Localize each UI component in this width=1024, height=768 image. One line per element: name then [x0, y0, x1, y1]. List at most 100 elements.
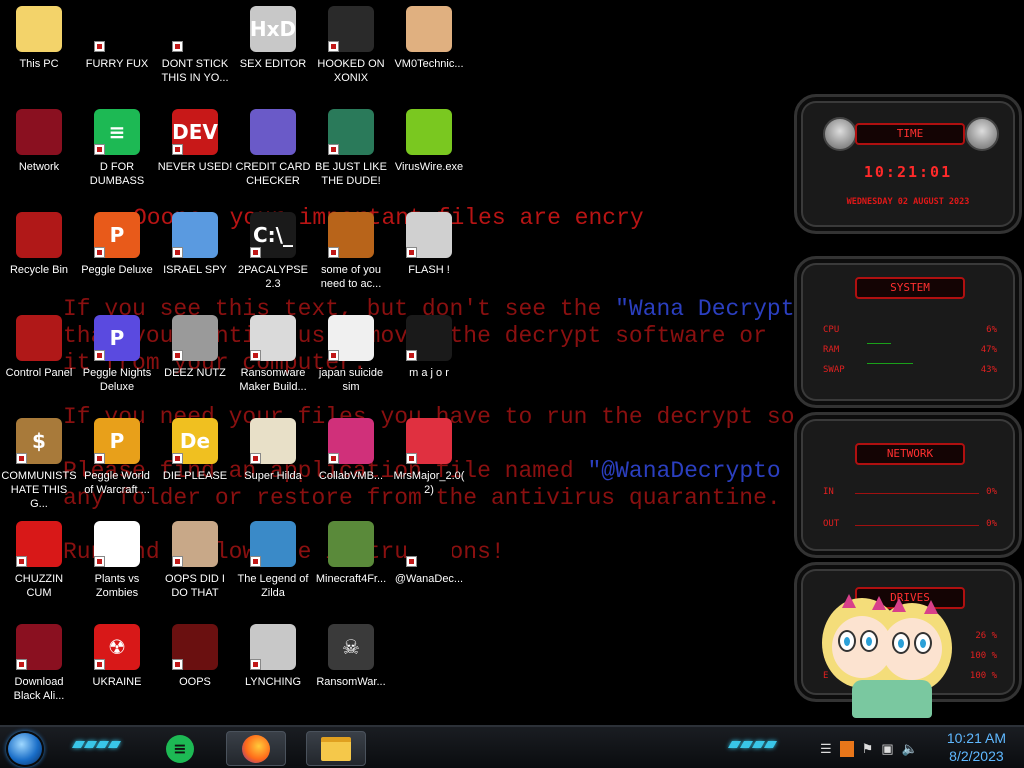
- network-out-graph: [855, 525, 979, 526]
- desktop-icon[interactable]: Network: [0, 103, 78, 203]
- desktop-icon[interactable]: Control Panel: [0, 309, 78, 409]
- system-gadget[interactable]: SYSTEM CPU 6% RAM 47% SWAP 43%: [794, 256, 1022, 408]
- desktop-icon[interactable]: CHUZZIN CUM: [0, 515, 78, 615]
- desktop-icon-label: Minecraft4Fr...: [315, 573, 387, 585]
- file-red-icon: [406, 418, 452, 464]
- shortcut-arrow-icon: [328, 144, 339, 155]
- desktop-icon[interactable]: ☠ RansomWar...: [312, 618, 390, 718]
- desktop-icon[interactable]: FURRY FUX: [78, 0, 156, 100]
- network-out-row: OUT 0%: [823, 519, 997, 529]
- desktop-icon[interactable]: Super Hilda: [234, 412, 312, 512]
- desktop-icon[interactable]: ≡ D FOR DUMBASS: [78, 103, 156, 203]
- desktop-icon-label: some of you need to ac...: [320, 264, 382, 290]
- taskbar-file-explorer-button[interactable]: [306, 731, 366, 766]
- desktop-icon[interactable]: De DIE PLEASE: [156, 412, 234, 512]
- desktop-icon[interactable]: $ COMMUNISTS HATE THIS G...: [0, 412, 78, 512]
- taskbar-clock[interactable]: 10:21 AM 8/2/2023: [947, 729, 1006, 765]
- desktop-icon[interactable]: Plants vs Zombies: [78, 515, 156, 615]
- desktop-icon[interactable]: DEV NEVER USED!: [156, 103, 234, 203]
- tray-app-icon[interactable]: [839, 741, 854, 757]
- desktop-icon[interactable]: FLASH !: [390, 206, 468, 306]
- desktop-icon[interactable]: Recycle Bin: [0, 206, 78, 306]
- desktop-icon[interactable]: MrsMajor_2.0(2): [390, 412, 468, 512]
- desktop-icon[interactable]: OOPS: [156, 618, 234, 718]
- shortcut-arrow-icon: [250, 247, 261, 258]
- time-gadget[interactable]: TIME 10:21:01 WEDNESDAY 02 AUGUST 2023: [794, 94, 1022, 234]
- alien-orb-icon: [16, 109, 62, 155]
- desktop-icon-label: ISRAEL SPY: [163, 264, 227, 276]
- desktop-icon[interactable]: HxD SEX EDITOR: [234, 0, 312, 100]
- lime-slice-icon: [406, 109, 452, 155]
- minecraft-block-icon: [328, 521, 374, 567]
- gadget-title: SYSTEM: [855, 277, 965, 299]
- desktop-icon[interactable]: VM0Technic...: [390, 0, 468, 100]
- shortcut-arrow-icon: [250, 556, 261, 567]
- file-icon: [328, 315, 374, 361]
- start-button[interactable]: [6, 731, 44, 767]
- system-tray: ☰ ⚑ ▣ 🔈: [820, 735, 918, 763]
- console-icon: C:\_: [250, 212, 296, 258]
- desktop-icon[interactable]: This PC: [0, 0, 78, 100]
- volume-icon[interactable]: 🔈: [902, 741, 918, 757]
- desktop-icon-label: Download Black Ali...: [13, 676, 65, 702]
- shortcut-arrow-icon: [328, 350, 339, 361]
- desktop-icon[interactable]: The Legend of Zilda: [234, 515, 312, 615]
- desktop-icon[interactable]: VirusWire.exe: [390, 103, 468, 203]
- shortcut-arrow-icon: [250, 453, 261, 464]
- desktop-icon-label: CHUZZIN CUM: [14, 573, 64, 599]
- network-icon[interactable]: ▣: [881, 741, 893, 757]
- swap-meter: [867, 363, 913, 364]
- desktop-icon[interactable]: P Peggle Nights Deluxe: [78, 309, 156, 409]
- desktop-icon-label: m a j o r: [409, 367, 449, 379]
- taskbar-spotify-button[interactable]: ≡: [150, 731, 210, 766]
- desktop-icon[interactable]: CollabVMB...: [312, 412, 390, 512]
- desktop-icon[interactable]: P Peggle Deluxe: [78, 206, 156, 306]
- clock-date: 8/2/2023: [949, 748, 1004, 764]
- shortcut-arrow-icon: [172, 247, 183, 258]
- network-gadget[interactable]: NETWORK IN 0% OUT 0%: [794, 412, 1022, 558]
- shortcut-arrow-icon: [250, 350, 261, 361]
- desktop-icon[interactable]: Download Black Ali...: [0, 618, 78, 718]
- desktop-icon-label: japan suicide sim: [318, 367, 384, 393]
- desktop-icon-label: Super Hilda: [244, 470, 302, 482]
- desktop-icon-label: BE JUST LIKE THE DUDE!: [315, 161, 387, 187]
- shortcut-arrow-icon: [94, 556, 105, 567]
- cartoon-face-icon: [16, 6, 62, 52]
- desktop-icon[interactable]: japan suicide sim: [312, 309, 390, 409]
- desktop-icon-label: Recycle Bin: [9, 264, 69, 276]
- desktop-icon[interactable]: P Peggle World of Warcraft ...: [78, 412, 156, 512]
- taskbar-decoration: [71, 741, 122, 749]
- recycle-bin-icon: [16, 212, 62, 258]
- chuzzle-icon: [16, 521, 62, 567]
- desktop-icon[interactable]: OOPS DID I DO THAT: [156, 515, 234, 615]
- desktop-icon[interactable]: LYNCHING: [234, 618, 312, 718]
- action-center-flag-icon[interactable]: ⚑: [862, 741, 874, 757]
- desktop-icon[interactable]: DEEZ NUTZ: [156, 309, 234, 409]
- desktop-icon-label: DONT STICK THIS IN YO...: [161, 58, 229, 84]
- swap-row: SWAP 43%: [823, 365, 997, 375]
- wannacry-icon: [406, 521, 452, 567]
- cartoon-mascot-image: [822, 594, 952, 723]
- desktop-icon[interactable]: m a j o r: [390, 309, 468, 409]
- desktop-icon[interactable]: ISRAEL SPY: [156, 206, 234, 306]
- desktop-icon[interactable]: @WanaDec...: [390, 515, 468, 615]
- desktop-icon[interactable]: BE JUST LIKE THE DUDE!: [312, 103, 390, 203]
- peggle-icon: P: [94, 418, 140, 464]
- shortcut-arrow-icon: [172, 41, 183, 52]
- desktop-icon[interactable]: DONT STICK THIS IN YO...: [156, 0, 234, 100]
- stacked-windows-icon: [172, 315, 218, 361]
- desktop-icon-label: Ransomware Maker Build...: [239, 367, 307, 393]
- desktop-icon[interactable]: Minecraft4Fr...: [312, 515, 390, 615]
- desktop-icon-label: Control Panel: [5, 367, 73, 379]
- desktop-icon[interactable]: C:\_ 2PACALYPSE 2.3: [234, 206, 312, 306]
- desktop-icon[interactable]: Ransomware Maker Build...: [234, 309, 312, 409]
- taskbar-firefox-button[interactable]: [226, 731, 286, 766]
- show-hidden-icons-icon[interactable]: ☰: [820, 741, 832, 757]
- desktop-icon[interactable]: CREDIT CARD CHECKER: [234, 103, 312, 203]
- desktop-icon[interactable]: some of you need to ac...: [312, 206, 390, 306]
- shortcut-arrow-icon: [172, 659, 183, 670]
- desktop-icon[interactable]: HOOKED ON XONIX: [312, 0, 390, 100]
- desktop-icon[interactable]: ☢ UKRAINE: [78, 618, 156, 718]
- network-in-row: IN 0%: [823, 487, 997, 497]
- desktop-icon-label: HOOKED ON XONIX: [317, 58, 385, 84]
